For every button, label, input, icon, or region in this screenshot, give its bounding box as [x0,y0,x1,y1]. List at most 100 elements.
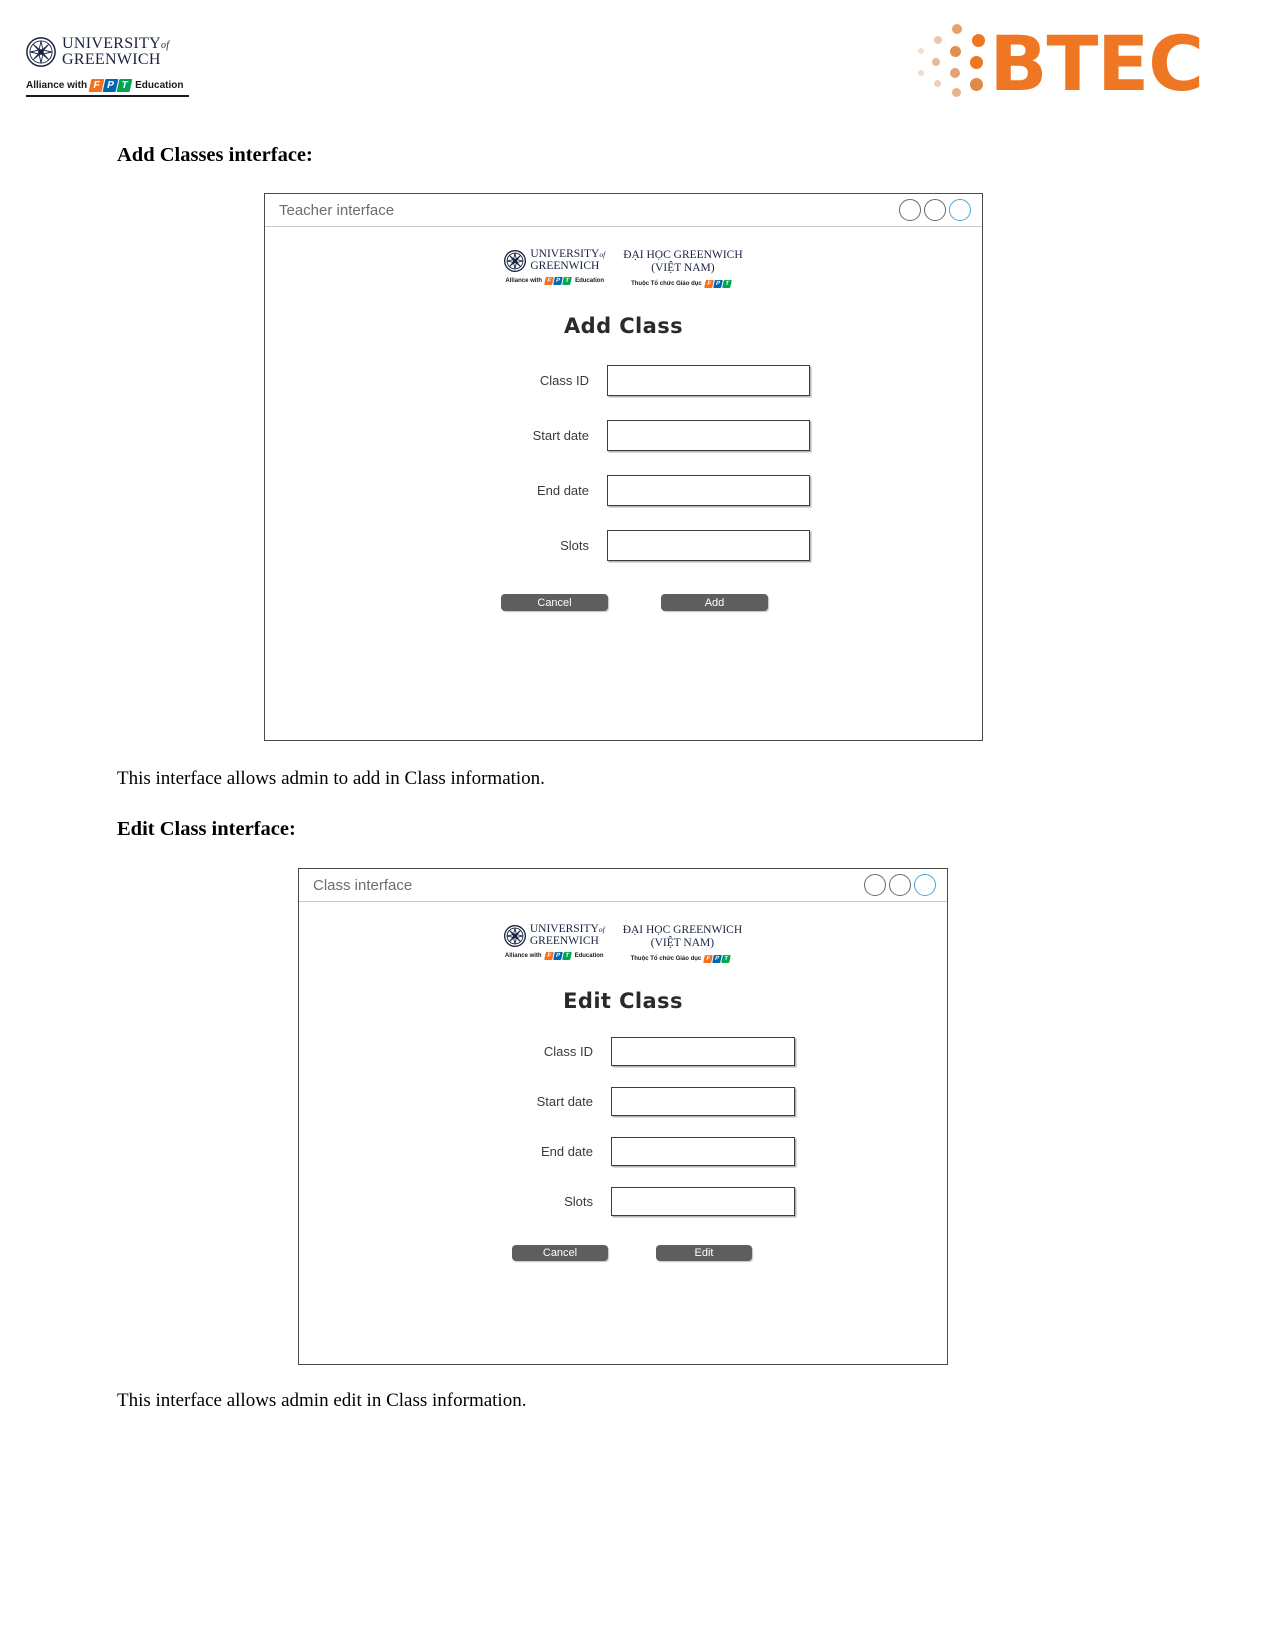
mock-vn-sub: Thuộc Tổ chức Giáo dục [630,956,702,963]
window-title: Teacher interface [279,201,395,219]
fpt-logo-icon: F P T [544,277,573,285]
input-slots[interactable] [607,530,810,562]
mock-alliance-suffix: Education [574,953,604,959]
input-end-date[interactable] [611,1137,795,1167]
uog-line1-small: of [161,40,170,51]
university-of-greenwich-logo: UNIVERSITYof GREENWICH Alliance with F P… [26,36,226,97]
input-start-date[interactable] [611,1087,795,1117]
window-body: UNIVERSITYof GREENWICH Alliance with F P… [265,227,982,612]
fpt-logo-icon: F P T [703,955,732,964]
fpt-letter-t: T [561,952,572,960]
form-row-class-id: Class ID [265,365,982,397]
form-row-slots: Slots [265,530,982,562]
mock-header-logos: UNIVERSITYof GREENWICH Alliance with F P… [299,902,947,964]
label-start-date: Start date [536,1094,593,1110]
label-class-id: Class ID [543,1044,593,1060]
cancel-button[interactable]: Cancel [501,594,608,612]
alliance-prefix: Alliance with [26,80,88,91]
window-maximize-circle[interactable] [924,199,946,221]
edit-button[interactable]: Edit [656,1245,752,1262]
window-minimize-circle[interactable] [864,874,886,896]
add-button[interactable]: Add [661,594,768,612]
mock-vn-logo: ĐẠI HỌC GREENWICH (VIỆT NAM) Thuộc Tổ ch… [623,249,743,289]
form-title: Edit Class [563,989,683,1014]
btec-dot-pattern-icon [914,22,996,106]
mock-vn-line1: ĐẠI HỌC GREENWICH [622,924,743,936]
mock-uog-line1-small: of [599,250,606,259]
label-end-date: End date [540,1144,593,1160]
mock-alliance-suffix: Education [575,278,605,284]
compass-rose-icon [504,249,527,272]
window-close-circle[interactable] [949,199,971,221]
form-row-start-date: Start date [265,420,982,452]
window-title: Class interface [313,876,413,894]
uog-line1: UNIVERSITY [62,35,161,52]
input-slots[interactable] [611,1187,795,1217]
form-button-row: Cancel Edit [299,1245,947,1262]
form-row-end-date: End date [299,1137,947,1167]
mock-alliance-prefix: Alliance with [504,953,542,959]
class-interface-window: Class interface UNIVERSITYof GREENWICH A… [298,868,948,1365]
teacher-interface-window: Teacher interface UNIVERSITYof GREENWICH… [264,193,983,741]
window-controls[interactable] [864,874,936,896]
window-titlebar: Class interface [299,869,947,902]
fpt-letter-t: T [721,955,732,964]
window-minimize-circle[interactable] [899,199,921,221]
cancel-button[interactable]: Cancel [512,1245,608,1262]
label-start-date: Start date [532,428,589,444]
section-2-heading: Edit Class interface: [117,818,296,840]
mock-alliance-row: Alliance with F P T Education [504,277,605,285]
form-row-class-id: Class ID [299,1037,947,1067]
input-class-id[interactable] [611,1037,795,1067]
page-header: UNIVERSITYof GREENWICH Alliance with F P… [0,0,1275,130]
label-slots: Slots [560,538,589,554]
window-titlebar: Teacher interface [265,194,982,227]
mock-uog-line1: UNIVERSITY [529,923,599,935]
section-2-caption: This interface allows admin edit in Clas… [117,1390,527,1411]
section-1-heading: Add Classes interface: [117,144,313,166]
form-row-slots: Slots [299,1187,947,1217]
input-end-date[interactable] [607,475,810,507]
mock-uog-line2: GREENWICH [530,259,600,272]
input-class-id[interactable] [607,365,810,397]
fpt-letter-f: F [543,952,554,960]
compass-rose-icon [503,924,526,947]
label-end-date: End date [536,483,589,499]
section-1-caption: This interface allows admin to add in Cl… [117,768,545,789]
mock-uog-line1: UNIVERSITY [530,248,600,260]
mock-vn-logo: ĐẠI HỌC GREENWICH (VIỆT NAM) Thuộc Tổ ch… [622,924,743,964]
mock-vn-sub-row: Thuộc Tổ chức Giáo dục F P T [623,955,742,964]
mock-vn-sub: Thuộc Tổ chức Giáo dục [631,281,702,288]
form-button-row: Cancel Add [265,594,982,612]
fpt-letter-t: T [116,79,133,92]
alliance-suffix: Education [135,80,184,91]
mock-vn-sub-row: Thuộc Tổ chức Giáo dục F P T [623,280,742,289]
window-maximize-circle[interactable] [889,874,911,896]
label-slots: Slots [564,1194,593,1210]
label-class-id: Class ID [539,373,589,389]
mock-alliance-prefix: Alliance with [505,278,543,284]
mock-alliance-row: Alliance with F P T Education [504,952,605,960]
fpt-logo-icon: F P T [703,280,733,289]
form-row-start-date: Start date [299,1087,947,1117]
form-title: Add Class [563,314,683,339]
window-controls[interactable] [899,199,971,221]
mock-header-logos: UNIVERSITYof GREENWICH Alliance with F P… [265,227,982,289]
window-body: UNIVERSITYof GREENWICH Alliance with F P… [299,902,947,1262]
mock-vn-line2: (VIỆT NAM) [650,937,715,950]
mock-vn-line1: ĐẠI HỌC GREENWICH [623,249,743,261]
fpt-letter-t: T [562,277,572,285]
window-close-circle[interactable] [914,874,936,896]
fpt-letter-t: T [721,280,732,289]
input-start-date[interactable] [607,420,810,452]
mock-uog-logo: UNIVERSITYof GREENWICH Alliance with F P… [503,923,605,960]
alliance-with-fpt-education: Alliance with F P T Education [26,79,189,97]
btec-logo: BTEC [914,19,1204,108]
mock-uog-line2: GREENWICH [529,934,599,947]
mock-vn-line2: (VIỆT NAM) [651,262,715,275]
btec-wordmark: BTEC [989,19,1204,108]
fpt-logo-icon: F P T [543,952,573,960]
fpt-logo-icon: F P T [88,79,134,92]
mock-uog-line1-small: of [598,925,605,934]
compass-rose-icon [26,37,56,67]
